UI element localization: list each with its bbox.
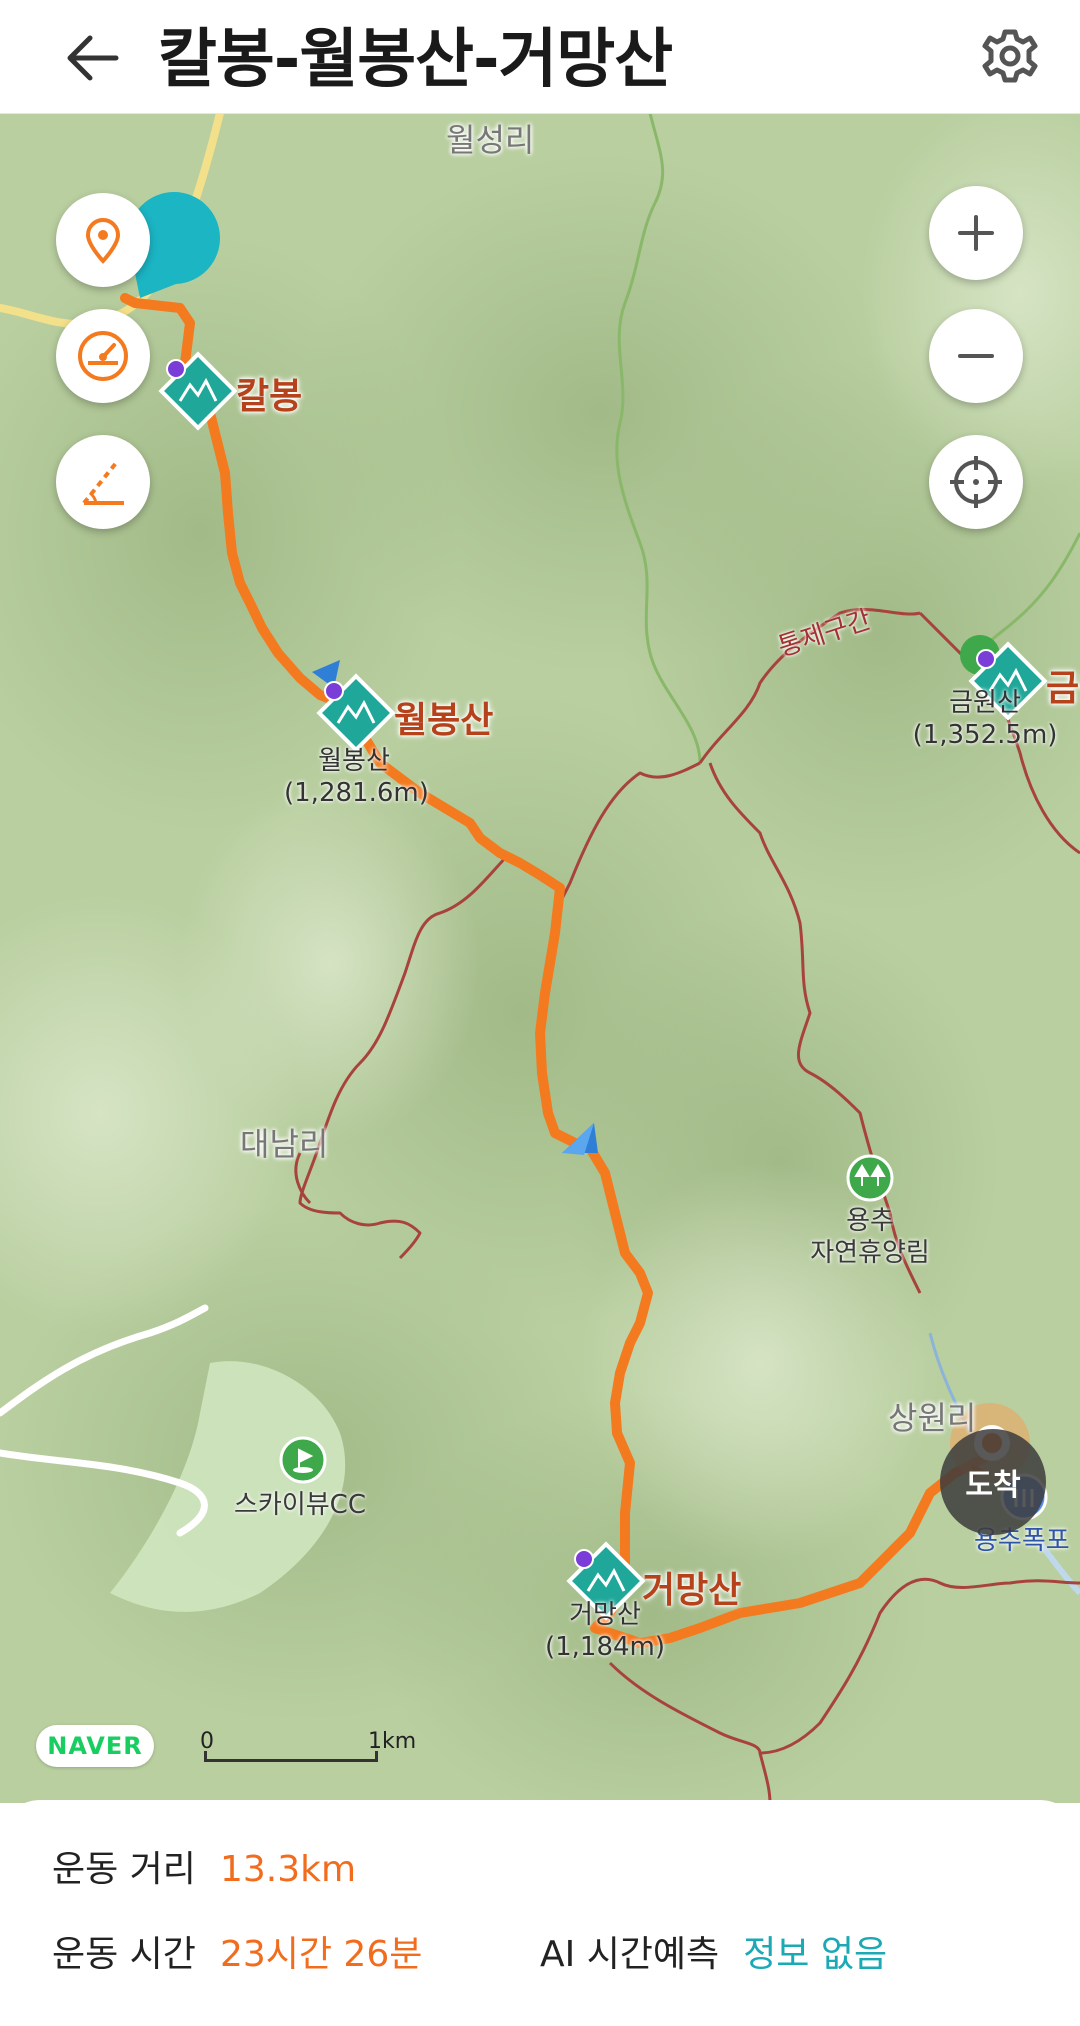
place-label-wolseongri: 월성리 — [446, 121, 535, 159]
peak-label-wolbongsan[interactable]: 월봉산 — [394, 691, 493, 743]
arrow-left-icon — [67, 35, 119, 81]
poi-forest-line1: 용추 — [846, 1206, 894, 1236]
peak-sub-geumwonsan: 금원산 (1,352.5m) — [910, 687, 1060, 751]
trail-map[interactable]: 월성리 대남리 상원리 통제구간 칼봉 월봉산 월봉산 (1,281.6m) 거… — [0, 113, 1080, 1803]
peak-label-kalbong[interactable]: 칼봉 — [236, 367, 302, 419]
location-pin-icon — [85, 218, 121, 264]
app-header: 칼봉-월봉산-거망산 — [0, 0, 1080, 114]
elevation-button[interactable] — [56, 435, 150, 529]
zoom-out-icon — [958, 354, 994, 358]
settings-button[interactable] — [968, 14, 1052, 98]
place-label-daenamri: 대남리 — [240, 1125, 329, 1163]
naver-logo: NAVER — [36, 1725, 154, 1767]
ai-time-row: AI 시간예측 정보 없음 — [540, 1925, 887, 1977]
peak-sub-name: 거망산 — [569, 1600, 641, 1630]
ai-time-value: 정보 없음 — [743, 1934, 888, 1975]
peak-elevation: (1,184m) — [544, 1632, 666, 1662]
peak-sub-wolbongsan: 월봉산 (1,281.6m) — [284, 745, 429, 809]
time-row: 운동 시간 23시간 26분 — [52, 1925, 422, 1977]
peak-elevation: (1,281.6m) — [284, 778, 429, 808]
peak-sub-name: 금원산 — [949, 688, 1021, 718]
ai-time-label: AI 시간예측 — [540, 1934, 720, 1975]
distance-row: 운동 거리 13.3km — [52, 1840, 356, 1892]
arrive-button[interactable]: 도착 — [940, 1429, 1046, 1535]
time-label: 운동 시간 — [52, 1934, 196, 1975]
peak-sub-geomangsan: 거망산 (1,184m) — [540, 1599, 670, 1663]
speedometer-icon — [78, 331, 128, 381]
zoom-out-button[interactable] — [929, 309, 1023, 403]
peak-elevation: (1,352.5m) — [912, 720, 1058, 750]
poi-label-forest[interactable]: 용추 자연휴양림 — [800, 1205, 940, 1269]
poi-label-golf[interactable]: 스카이뷰CC — [234, 1489, 366, 1521]
place-label-sangwon: 상원리 — [888, 1399, 977, 1437]
time-value: 23시간 26분 — [219, 1934, 423, 1975]
gear-icon — [982, 29, 1038, 83]
my-location-button[interactable] — [56, 193, 150, 287]
distance-value: 13.3km — [219, 1849, 357, 1890]
recenter-button[interactable] — [929, 435, 1023, 529]
zoom-in-button[interactable] — [929, 186, 1023, 280]
map-canvas — [0, 113, 1080, 1803]
page-title: 칼봉-월봉산-거망산 — [158, 23, 673, 97]
peak-sub-name: 월봉산 — [318, 746, 390, 776]
back-button[interactable] — [58, 22, 130, 94]
zoom-in-icon — [958, 215, 994, 251]
poi-forest-line2: 자연휴양림 — [810, 1238, 930, 1268]
stats-panel: 운동 거리 13.3km 운동 시간 23시간 26분 AI 시간예측 정보 없음 — [0, 1800, 1080, 2026]
distance-label: 운동 거리 — [52, 1849, 196, 1890]
scale-line — [204, 1751, 378, 1762]
elevation-icon — [82, 461, 124, 505]
crosshair-icon — [950, 456, 1002, 508]
speed-button[interactable] — [56, 309, 150, 403]
